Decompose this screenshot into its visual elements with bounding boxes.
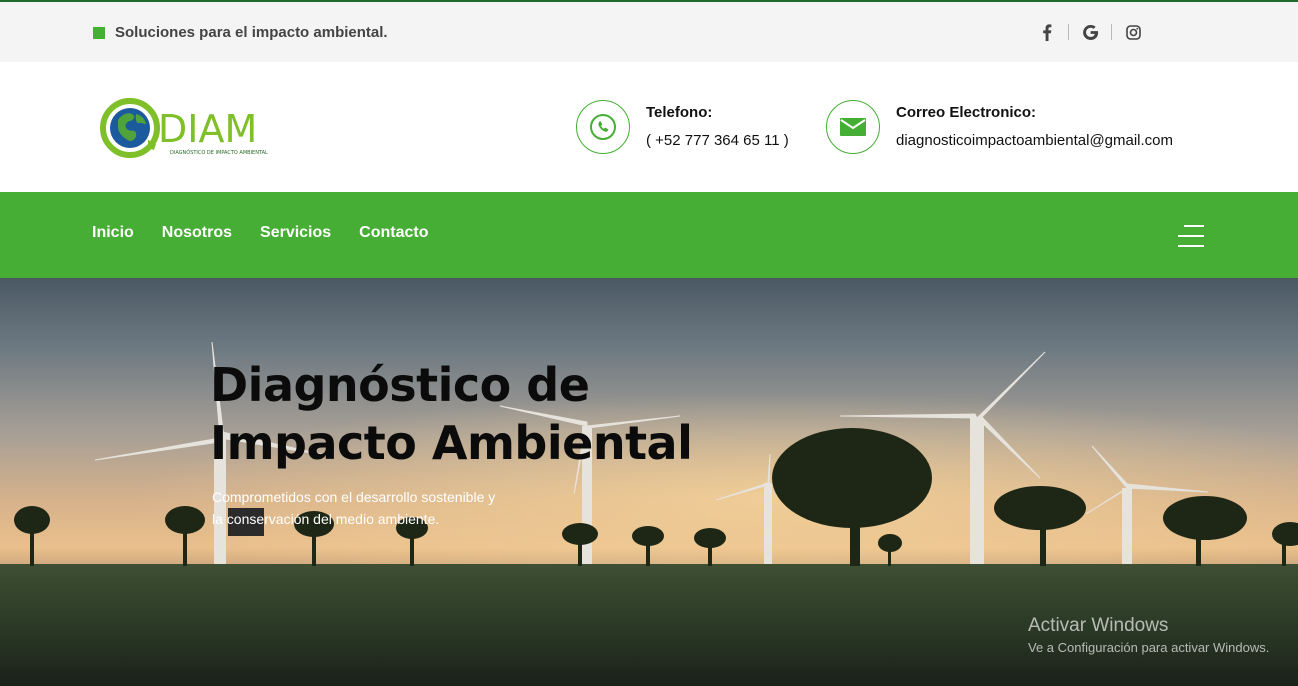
diam-logo[interactable]: DIAM DIAGNÓSTICO DE IMPACTO AMBIENTAL (96, 92, 288, 164)
top-bar: Soluciones para el impacto ambiental. (0, 0, 1298, 62)
mail-icon (826, 100, 880, 154)
main-navigation: Inicio Nosotros Servicios Contacto (0, 192, 1298, 278)
phone-number[interactable]: ( +52 777 364 65 11 ) (646, 130, 789, 152)
social-links (1036, 22, 1144, 42)
nav-item-nosotros[interactable]: Nosotros (162, 224, 232, 242)
svg-text:DIAGNÓSTICO DE IMPACTO AMBIENT: DIAGNÓSTICO DE IMPACTO AMBIENTAL (170, 149, 268, 156)
watermark-subtitle: Ve a Configuración para activar Windows. (1028, 640, 1270, 655)
windows-activation-watermark: Activar Windows Ve a Configuración para … (1028, 614, 1269, 658)
social-divider (1068, 24, 1069, 40)
tagline-bullet (93, 26, 105, 39)
hero-title: Diagnóstico de Impacto Ambiental (210, 358, 693, 470)
phone-label: Telefono: (646, 104, 713, 121)
tagline-text: Soluciones para el impacto ambiental. (115, 24, 388, 41)
google-icon[interactable] (1079, 22, 1101, 42)
nav-item-servicios[interactable]: Servicios (260, 224, 331, 242)
email-contact: Correo Electronico: diagnosticoimpactoam… (826, 100, 1173, 154)
hamburger-menu-icon[interactable] (1176, 223, 1204, 249)
social-divider (1111, 24, 1112, 40)
hero-banner: Diagnóstico de Impacto Ambiental Comprom… (0, 278, 1298, 686)
svg-text:DIAM: DIAM (158, 107, 257, 151)
instagram-icon[interactable] (1122, 22, 1144, 42)
hero-subtitle: Comprometidos con el desarrollo sostenib… (212, 489, 496, 527)
nav-item-contacto[interactable]: Contacto (359, 224, 428, 242)
phone-contact: Telefono: ( +52 777 364 65 11 ) (576, 100, 789, 154)
phone-icon (576, 100, 630, 154)
site-header: DIAM DIAGNÓSTICO DE IMPACTO AMBIENTAL Te… (0, 62, 1298, 192)
email-address[interactable]: diagnosticoimpactoambiental@gmail.com (896, 130, 1173, 152)
nav-item-inicio[interactable]: Inicio (92, 224, 134, 242)
email-label: Correo Electronico: (896, 104, 1037, 121)
tagline: Soluciones para el impacto ambiental. (93, 24, 388, 41)
watermark-title: Activar Windows (1028, 615, 1169, 636)
facebook-icon[interactable] (1036, 22, 1058, 42)
